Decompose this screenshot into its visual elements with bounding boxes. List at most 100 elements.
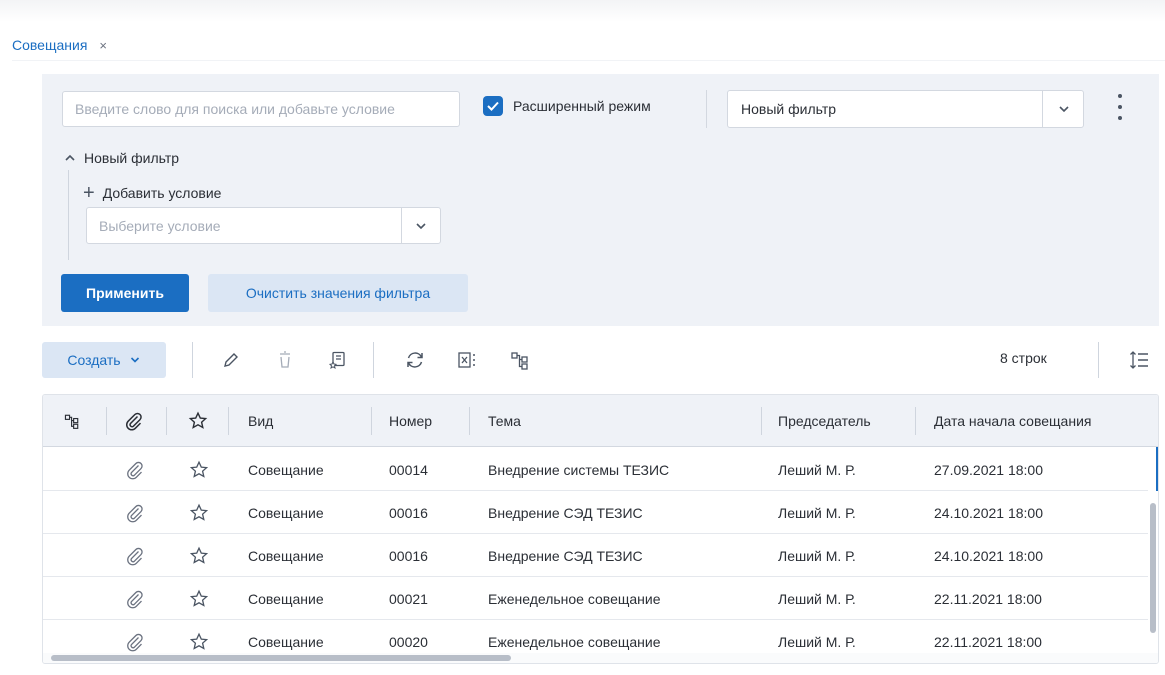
- favorite-star-icon[interactable]: [189, 491, 209, 534]
- hierarchy-column-icon[interactable]: [63, 395, 81, 447]
- cell-chair: Леший М. Р.: [778, 590, 856, 607]
- cell-chair: Леший М. Р.: [778, 547, 856, 564]
- toolbar: Создать 8 строк: [42, 342, 1159, 378]
- tree-line: [68, 170, 69, 260]
- favorite-star-icon[interactable]: [189, 448, 209, 491]
- meetings-table: Вид Номер Тема Председатель Дата начала …: [42, 394, 1159, 664]
- cell-type: Совещание: [248, 590, 324, 607]
- tab-meetings[interactable]: Совещания ×: [12, 30, 107, 60]
- add-condition-label: Добавить условие: [102, 185, 222, 201]
- divider: [706, 90, 707, 128]
- cell-type: Совещание: [248, 461, 324, 478]
- cell-chair: Леший М. Р.: [778, 461, 856, 478]
- cell-topic: Внедрение СЭД ТЕЗИС: [488, 504, 643, 521]
- horizontal-scrollbar-thumb[interactable]: [51, 655, 511, 661]
- tab-title: Совещания: [12, 37, 88, 53]
- filter-group-title: Новый фильтр: [84, 150, 180, 166]
- cell-start-date: 27.09.2021 18:00: [934, 461, 1043, 478]
- top-shadow: [0, 0, 1165, 22]
- tab-close-icon[interactable]: ×: [99, 38, 107, 53]
- row-height-icon[interactable]: [1127, 348, 1151, 372]
- column-header-topic[interactable]: Тема: [488, 395, 521, 447]
- favorite-star-icon[interactable]: [189, 534, 209, 577]
- cell-type: Совещание: [248, 504, 324, 521]
- column-header-number[interactable]: Номер: [389, 395, 432, 447]
- column-header-type[interactable]: Вид: [248, 395, 273, 447]
- cell-start-date: 24.10.2021 18:00: [934, 547, 1043, 564]
- condition-select[interactable]: Выберите условие: [86, 207, 441, 244]
- cell-start-date: 24.10.2021 18:00: [934, 504, 1043, 521]
- rows-count: 8 строк: [1000, 350, 1047, 366]
- column-separator[interactable]: [106, 407, 107, 435]
- table-row[interactable]: Совещание 00016 Внедрение СЭД ТЕЗИС Леши…: [43, 491, 1149, 534]
- cell-number: 00014: [389, 461, 428, 478]
- column-separator[interactable]: [371, 407, 372, 435]
- search-input[interactable]: [73, 100, 449, 118]
- apply-button[interactable]: Применить: [61, 274, 189, 312]
- clear-filter-button[interactable]: Очистить значения фильтра: [208, 274, 468, 312]
- cell-topic: Еженедельное совещание: [488, 590, 661, 607]
- attachment-icon[interactable]: [125, 534, 145, 577]
- cell-chair: Леший М. Р.: [778, 504, 856, 521]
- divider: [192, 342, 193, 378]
- tab-bar: Совещания ×: [12, 28, 107, 62]
- attachment-column-icon[interactable]: [124, 395, 144, 447]
- create-label: Создать: [67, 352, 121, 368]
- cell-number: 00021: [389, 590, 428, 607]
- cell-topic: Внедрение системы ТЕЗИС: [488, 461, 670, 478]
- attachment-icon[interactable]: [125, 577, 145, 620]
- delete-icon[interactable]: [273, 348, 297, 372]
- scroll-position-indicator: [1156, 447, 1158, 491]
- advanced-mode-label: Расширенный режим: [513, 98, 651, 114]
- filter-panel: Расширенный режим Новый фильтр Новый фил…: [42, 74, 1159, 326]
- more-options-icon[interactable]: [1114, 94, 1126, 120]
- chevron-up-icon[interactable]: [64, 153, 76, 163]
- condition-placeholder: Выберите условие: [99, 218, 221, 234]
- attachment-icon[interactable]: [125, 448, 145, 491]
- column-separator[interactable]: [915, 407, 916, 435]
- divider: [373, 342, 374, 378]
- favorite-star-icon[interactable]: [189, 577, 209, 620]
- table-row[interactable]: Совещание 00014 Внедрение системы ТЕЗИС …: [43, 448, 1149, 491]
- cell-type: Совещание: [248, 547, 324, 564]
- column-header-chair[interactable]: Председатель: [778, 395, 871, 447]
- chevron-down-icon: [130, 357, 139, 363]
- tab-divider: [12, 60, 1165, 61]
- table-header: Вид Номер Тема Председатель Дата начала …: [43, 395, 1158, 447]
- divider: [1042, 91, 1043, 127]
- column-separator[interactable]: [166, 407, 167, 435]
- chevron-down-icon[interactable]: [1057, 102, 1071, 116]
- chevron-down-icon[interactable]: [414, 219, 428, 233]
- filter-group-header[interactable]: Новый фильтр: [64, 150, 179, 166]
- add-condition-button[interactable]: + Добавить условие: [83, 183, 221, 203]
- add-to-favorites-icon[interactable]: [326, 348, 350, 372]
- favorite-column-icon[interactable]: [188, 395, 208, 447]
- filter-select-value: Новый фильтр: [741, 101, 837, 117]
- filter-select[interactable]: Новый фильтр: [727, 90, 1084, 128]
- refresh-icon[interactable]: [403, 348, 427, 372]
- horizontal-scrollbar[interactable]: [43, 653, 1158, 663]
- cell-topic: Внедрение СЭД ТЕЗИС: [488, 547, 643, 564]
- advanced-mode-toggle[interactable]: Расширенный режим: [483, 96, 651, 116]
- advanced-mode-checkbox[interactable]: [483, 96, 503, 116]
- divider: [1098, 342, 1099, 378]
- cell-start-date: 22.11.2021 18:00: [934, 590, 1042, 607]
- vertical-scrollbar-thumb[interactable]: [1150, 503, 1156, 633]
- column-header-start-date[interactable]: Дата начала совещания: [934, 395, 1091, 447]
- checkmark-icon: [487, 101, 499, 111]
- search-field[interactable]: [62, 91, 460, 127]
- excel-export-icon[interactable]: [455, 348, 479, 372]
- cell-number: 00016: [389, 504, 428, 521]
- table-row[interactable]: Совещание 00021 Еженедельное совещание Л…: [43, 577, 1149, 620]
- hierarchy-icon[interactable]: [508, 348, 532, 372]
- plus-icon: +: [83, 182, 95, 204]
- cell-number: 00016: [389, 547, 428, 564]
- attachment-icon[interactable]: [125, 491, 145, 534]
- table-row[interactable]: Совещание 00016 Внедрение СЭД ТЕЗИС Леши…: [43, 534, 1149, 577]
- create-button[interactable]: Создать: [42, 342, 166, 378]
- column-separator[interactable]: [228, 407, 229, 435]
- divider: [401, 208, 402, 243]
- column-separator[interactable]: [761, 407, 762, 435]
- edit-icon[interactable]: [219, 348, 243, 372]
- column-separator[interactable]: [469, 407, 470, 435]
